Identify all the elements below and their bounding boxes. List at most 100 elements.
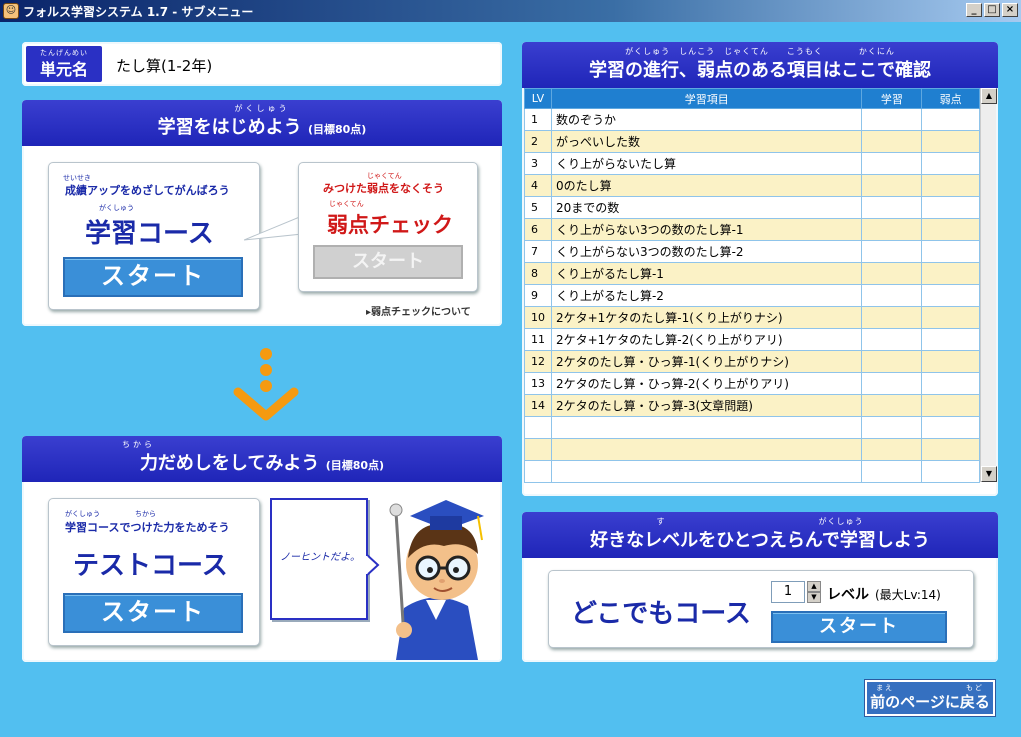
title-bar: ☺ フォルス学習システム 1.7 - サブメニュー _ □ × bbox=[0, 0, 1021, 22]
row-study-mark bbox=[861, 152, 923, 175]
row-weak-mark bbox=[921, 438, 980, 461]
progress-panel: がくしゅう しんこう じゃくてん こうもく かくにん 学習の進行、弱点のある項目… bbox=[522, 42, 998, 496]
table-row[interactable]: 13 2ケタのたし算・ひっ算-2(くり上がりアリ) bbox=[524, 372, 980, 395]
row-weak-mark bbox=[921, 284, 980, 307]
anywhere-title: 好きなレベルをひとつえらんで学習しよう bbox=[590, 530, 930, 551]
level-input[interactable]: 1 bbox=[771, 581, 805, 603]
anywhere-panel: す がくしゅう 好きなレベルをひとつえらんで学習しよう どこでもコース 1 ▲ … bbox=[522, 512, 998, 662]
row-level: 13 bbox=[524, 372, 552, 395]
app-icon: ☺ bbox=[3, 3, 19, 19]
back-to-previous-page-button[interactable]: まえ もど 前のページに戻る bbox=[864, 679, 996, 717]
row-item: くり上がるたし算-2 bbox=[550, 284, 863, 307]
row-weak-mark bbox=[921, 108, 980, 131]
progress-table-container: LV 学習項目 学習 弱点 1 数のぞうか 2 がっぺいした数 3 くり上がらないたし算 4… bbox=[524, 88, 997, 483]
table-row[interactable] bbox=[524, 416, 980, 439]
row-item: くり上がらない3つの数のたし算-2 bbox=[550, 240, 863, 263]
scroll-up-arrow-icon[interactable]: ▲ bbox=[981, 88, 997, 104]
weak-check-title: 弱点チェック bbox=[327, 213, 453, 237]
table-row[interactable]: 1 数のぞうか bbox=[524, 108, 980, 131]
row-weak-mark bbox=[921, 262, 980, 285]
row-level: 14 bbox=[524, 394, 552, 417]
table-row[interactable]: 3 くり上がらないたし算 bbox=[524, 152, 980, 175]
row-study-mark bbox=[861, 416, 923, 439]
table-row[interactable] bbox=[524, 438, 980, 461]
row-weak-mark bbox=[921, 152, 980, 175]
professor-mascot-icon bbox=[389, 500, 484, 660]
study-course-subtitle: 成績アップをめざしてがんばろう bbox=[65, 184, 230, 197]
anywhere-start-button[interactable]: スタート bbox=[771, 611, 947, 643]
table-row[interactable]: 10 2ケタ+1ケタのたし算-1(くり上がりナシ) bbox=[524, 306, 980, 329]
table-row[interactable]: 7 くり上がらない3つの数のたし算-2 bbox=[524, 240, 980, 263]
study-course-card: せいせき 成績アップをめざしてがんばろう がくしゅう 学習コース スタート bbox=[48, 162, 260, 310]
row-study-mark bbox=[861, 372, 923, 395]
progress-table-body: 1 数のぞうか 2 がっぺいした数 3 くり上がらないたし算 4 0のたし算 5 20までの数 6 く… bbox=[524, 108, 980, 483]
test-sub-ruby: がくしゅう ちから bbox=[65, 510, 156, 518]
unit-label-text: 単元名 bbox=[39, 60, 88, 79]
test-course-start-button[interactable]: スタート bbox=[63, 593, 243, 633]
spin-down-arrow-icon[interactable]: ▼ bbox=[807, 592, 821, 603]
row-level: 7 bbox=[524, 240, 552, 263]
table-row[interactable]: 5 20までの数 bbox=[524, 196, 980, 219]
table-row[interactable]: 4 0のたし算 bbox=[524, 174, 980, 197]
level-spinner[interactable]: ▲ ▼ bbox=[807, 581, 821, 603]
row-level: 12 bbox=[524, 350, 552, 373]
spin-up-arrow-icon[interactable]: ▲ bbox=[807, 581, 821, 592]
row-study-mark bbox=[861, 262, 923, 285]
column-header-weak: 弱点 bbox=[921, 88, 980, 109]
row-level bbox=[524, 438, 552, 461]
study-title: 学習をはじめよう bbox=[157, 117, 302, 138]
table-row[interactable]: 6 くり上がらない3つの数のたし算-1 bbox=[524, 218, 980, 241]
weak-check-info-text: 弱点チェックについて bbox=[371, 307, 471, 318]
row-item: くり上がらないたし算 bbox=[550, 152, 863, 175]
back-ruby: まえ もど bbox=[876, 684, 984, 692]
row-level bbox=[524, 460, 552, 483]
unit-name-label: たんげんめい 単元名 bbox=[26, 46, 102, 82]
progress-table: LV 学習項目 学習 弱点 1 数のぞうか 2 がっぺいした数 3 くり上がらないたし算 4… bbox=[524, 88, 980, 483]
row-level: 10 bbox=[524, 306, 552, 329]
no-hint-text: ノーヒントだよ。 bbox=[280, 552, 360, 563]
anywhere-course-card: どこでもコース 1 ▲ ▼ レベル (最大Lv:14) スタート bbox=[548, 570, 974, 648]
row-item bbox=[550, 460, 863, 483]
down-arrow-icon bbox=[233, 348, 299, 421]
row-study-mark bbox=[861, 328, 923, 351]
row-study-mark bbox=[861, 130, 923, 153]
unit-label-ruby: たんげんめい bbox=[40, 49, 88, 57]
progress-panel-header: がくしゅう しんこう じゃくてん こうもく かくにん 学習の進行、弱点のある項目… bbox=[522, 42, 998, 88]
maximize-button[interactable]: □ bbox=[984, 3, 1000, 17]
row-weak-mark bbox=[921, 328, 980, 351]
scroll-down-arrow-icon[interactable]: ▼ bbox=[981, 466, 997, 482]
row-item: 2ケタ+1ケタのたし算-1(くり上がりナシ) bbox=[550, 306, 863, 329]
study-course-start-button[interactable]: スタート bbox=[63, 257, 243, 297]
test-title-goal: (目標80点) bbox=[325, 459, 385, 472]
close-button[interactable]: × bbox=[1002, 3, 1018, 17]
row-level: 1 bbox=[524, 108, 552, 131]
row-item: 2ケタのたし算・ひっ算-2(くり上がりアリ) bbox=[550, 372, 863, 395]
table-row[interactable]: 2 がっぺいした数 bbox=[524, 130, 980, 153]
row-item: 20までの数 bbox=[550, 196, 863, 219]
row-study-mark bbox=[861, 196, 923, 219]
study-panel: がくしゅう 学習をはじめよう (目標80点) せいせき 成績アップをめざしてがん… bbox=[22, 100, 502, 326]
table-row[interactable]: 12 2ケタのたし算・ひっ算-1(くり上がりナシ) bbox=[524, 350, 980, 373]
row-study-mark bbox=[861, 460, 923, 483]
row-level: 2 bbox=[524, 130, 552, 153]
row-item: 数のぞうか bbox=[550, 108, 863, 131]
anywhere-course-title: どこでもコース bbox=[571, 599, 751, 629]
table-row[interactable]: 9 くり上がるたし算-2 bbox=[524, 284, 980, 307]
weak-check-info-link[interactable]: ▸弱点チェックについて bbox=[366, 303, 471, 318]
row-level: 11 bbox=[524, 328, 552, 351]
progress-table-header-row: LV 学習項目 学習 弱点 bbox=[524, 88, 980, 109]
test-course-subtitle: 学習コースでつけた力をためそう bbox=[65, 521, 230, 534]
table-row[interactable]: 11 2ケタ+1ケタのたし算-2(くり上がりアリ) bbox=[524, 328, 980, 351]
table-row[interactable]: 8 くり上がるたし算-1 bbox=[524, 262, 980, 285]
row-item: がっぺいした数 bbox=[550, 130, 863, 153]
table-row[interactable] bbox=[524, 460, 980, 483]
row-weak-mark bbox=[921, 416, 980, 439]
unit-name-panel: たんげんめい 単元名 たし算(1-2年) bbox=[22, 42, 502, 86]
table-row[interactable]: 14 2ケタのたし算・ひっ算-3(文章問題) bbox=[524, 394, 980, 417]
minimize-button[interactable]: _ bbox=[966, 3, 982, 17]
test-course-title: テストコース bbox=[73, 551, 228, 581]
table-scrollbar[interactable]: ▲ ▼ bbox=[980, 88, 997, 482]
study-course-ruby: がくしゅう bbox=[99, 204, 134, 212]
row-weak-mark bbox=[921, 240, 980, 263]
progress-title: 学習の進行、弱点のある項目はここで確認 bbox=[589, 60, 931, 81]
